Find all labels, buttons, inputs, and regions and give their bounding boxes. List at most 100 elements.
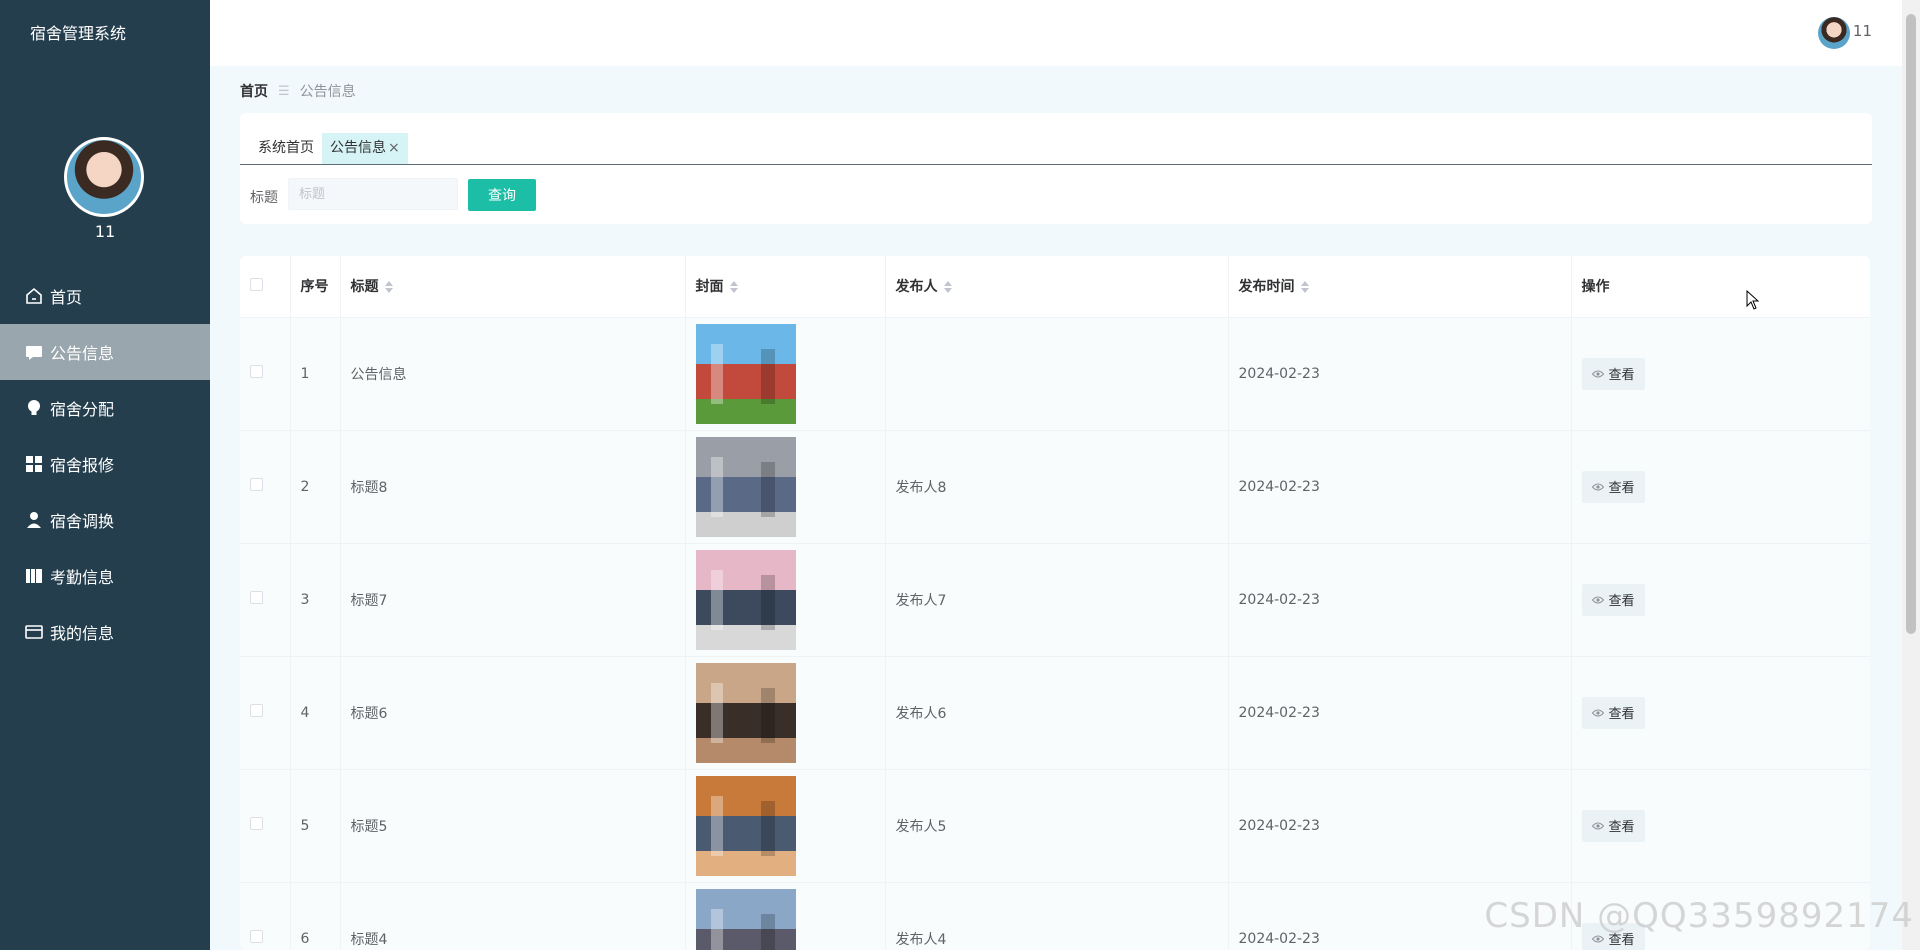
cover-image (695, 775, 796, 876)
sort-icon[interactable] (729, 281, 738, 294)
row-checkbox[interactable] (250, 817, 263, 830)
lightbulb-icon (24, 398, 44, 418)
eye-icon (1591, 596, 1604, 603)
scrollbar-thumb[interactable] (1906, 14, 1916, 634)
cover-image (695, 436, 796, 537)
watermark: CSDN @QQ3359892174 (1484, 896, 1914, 936)
sidebar-avatar[interactable] (64, 137, 144, 217)
row-checkbox[interactable] (250, 930, 263, 944)
row-actions: 查看 (1571, 316, 1870, 430)
search-label: 标题 (250, 190, 278, 206)
row-number: 2 (290, 429, 341, 543)
row-publisher: 发布人5 (885, 768, 1229, 882)
row-publisher: 发布人6 (885, 655, 1229, 769)
row-cover-cell (685, 316, 886, 430)
search-button[interactable]: 查询 (468, 179, 536, 211)
row-select-cell[interactable] (240, 542, 291, 656)
eye-icon (1591, 709, 1604, 716)
row-select-cell[interactable] (240, 316, 291, 430)
view-label: 查看 (1608, 368, 1635, 383)
sidebar-item-home[interactable]: 首页 (0, 268, 210, 324)
sidebar-item-dorm-swap[interactable]: 宿舍调换 (0, 492, 210, 548)
view-button[interactable]: 查看 (1581, 809, 1645, 842)
sidebar-item-label: 宿舍分配 (50, 400, 115, 419)
view-button[interactable]: 查看 (1581, 583, 1645, 616)
table-row[interactable]: 1 公告信息 2024-02-23 查看 (240, 316, 1870, 430)
row-number: 5 (290, 768, 341, 882)
sidebar-item-dorm-assign[interactable]: 宿舍分配 (0, 380, 210, 436)
select-all-header[interactable] (240, 256, 291, 317)
row-select-cell[interactable] (240, 429, 291, 543)
tab-bar: 系统首页 公告信息 × (250, 133, 408, 164)
column-header-cover[interactable]: 封面 (685, 256, 886, 317)
view-button[interactable]: 查看 (1581, 470, 1645, 503)
eye-icon (1591, 822, 1604, 829)
row-title: 标题4 (340, 881, 686, 950)
book-icon (24, 566, 44, 586)
row-checkbox[interactable] (250, 704, 263, 717)
row-publisher: 发布人7 (885, 542, 1229, 656)
table-row[interactable]: 2 标题8 发布人8 2024-02-23 查看 (240, 429, 1870, 543)
tab-notice[interactable]: 公告信息 × (322, 133, 408, 164)
table-row[interactable]: 5 标题5 发布人5 2024-02-23 查看 (240, 768, 1870, 882)
close-icon[interactable]: × (388, 140, 400, 156)
select-all-checkbox[interactable] (250, 277, 263, 291)
view-label: 查看 (1608, 594, 1635, 609)
row-time: 2024-02-23 (1228, 429, 1572, 543)
sort-icon[interactable] (943, 281, 952, 294)
row-time: 2024-02-23 (1228, 316, 1572, 430)
page-scrollbar[interactable] (1902, 0, 1920, 950)
sidebar-item-my-info[interactable]: 我的信息 (0, 604, 210, 660)
notice-table: 序号 标题 封面 发布人 发布时间 操作 1 公告信息 2024-02-23 查… (240, 256, 1870, 950)
table-row[interactable]: 3 标题7 发布人7 2024-02-23 查看 (240, 542, 1870, 656)
header-avatar[interactable] (1818, 17, 1850, 49)
title-search-input[interactable] (288, 178, 458, 210)
row-checkbox[interactable] (250, 478, 263, 491)
view-button[interactable]: 查看 (1581, 696, 1645, 729)
row-cover-cell (685, 768, 886, 882)
column-header-actions: 操作 (1571, 256, 1870, 317)
row-number: 1 (290, 316, 341, 430)
cover-image (695, 888, 796, 950)
sort-icon[interactable] (384, 281, 393, 294)
column-header-publisher[interactable]: 发布人 (885, 256, 1229, 317)
column-header-time[interactable]: 发布时间 (1228, 256, 1572, 317)
sort-icon[interactable] (1300, 281, 1309, 294)
row-cover-cell (685, 881, 886, 950)
sidebar-item-label: 宿舍调换 (50, 512, 115, 531)
view-button[interactable]: 查看 (1581, 357, 1645, 390)
eye-icon (1591, 370, 1604, 377)
row-time: 2024-02-23 (1228, 768, 1572, 882)
cover-image (695, 323, 796, 424)
row-select-cell[interactable] (240, 768, 291, 882)
sidebar-item-label: 我的信息 (50, 624, 115, 643)
row-number: 6 (290, 881, 341, 950)
home-icon (24, 286, 44, 306)
sidebar-username: 11 (94, 222, 116, 241)
sidebar-item-notice[interactable]: 公告信息 (0, 324, 210, 380)
tab-label: 系统首页 (258, 140, 314, 156)
row-title: 标题8 (340, 429, 686, 543)
sidebar-item-label: 宿舍报修 (50, 456, 115, 475)
row-title: 标题6 (340, 655, 686, 769)
table-row[interactable]: 4 标题6 发布人6 2024-02-23 查看 (240, 655, 1870, 769)
row-publisher (885, 316, 1229, 430)
tab-system-home[interactable]: 系统首页 (250, 133, 322, 164)
column-header-title[interactable]: 标题 (340, 256, 686, 317)
row-checkbox[interactable] (250, 365, 263, 378)
breadcrumb-home[interactable]: 首页 (240, 81, 268, 101)
row-cover-cell (685, 655, 886, 769)
row-checkbox[interactable] (250, 591, 263, 604)
view-label: 查看 (1608, 820, 1635, 835)
sidebar-item-dorm-repair[interactable]: 宿舍报修 (0, 436, 210, 492)
row-select-cell[interactable] (240, 881, 291, 950)
sidebar-item-attendance[interactable]: 考勤信息 (0, 548, 210, 604)
header-username[interactable]: 11 (1853, 22, 1872, 40)
row-select-cell[interactable] (240, 655, 291, 769)
sidebar-item-label: 首页 (50, 288, 83, 307)
breadcrumb-current: 公告信息 (299, 84, 356, 100)
row-cover-cell (685, 429, 886, 543)
sidebar-item-label: 考勤信息 (50, 568, 115, 587)
row-time: 2024-02-23 (1228, 542, 1572, 656)
breadcrumb: 首页 ☰ 公告信息 (240, 81, 356, 101)
